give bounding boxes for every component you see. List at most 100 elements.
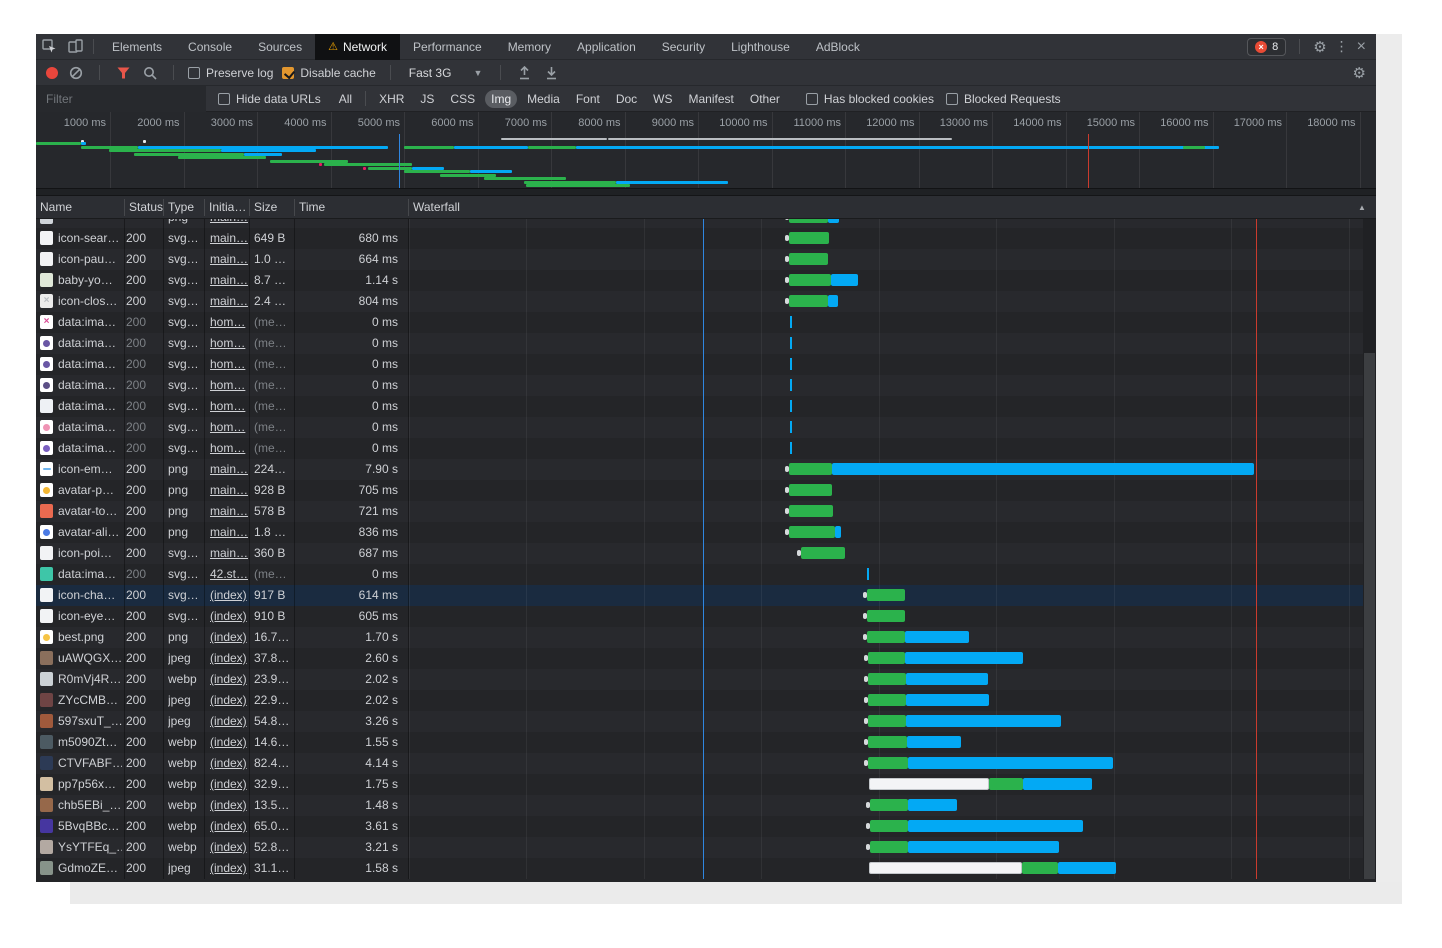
cell-initiator-link[interactable]: (index) (210, 648, 252, 669)
cell-initiator-link[interactable]: main… (210, 228, 252, 249)
table-row[interactable]: pp7p56x…200webp(index)32.9…1.75 s (36, 774, 1376, 795)
filter-type-other[interactable]: Other (744, 90, 786, 108)
table-row[interactable]: ×data:ima…200svg…hom…(me…0 ms (36, 312, 1376, 333)
tab-performance[interactable]: Performance (400, 34, 495, 60)
search-icon[interactable] (141, 64, 159, 82)
cell-initiator-link[interactable]: (index) (210, 795, 252, 816)
cell-initiator-link[interactable]: hom… (210, 375, 252, 396)
filter-type-font[interactable]: Font (570, 90, 606, 108)
filter-type-js[interactable]: JS (414, 90, 440, 108)
network-conditions-gear-icon[interactable]: ⚙ (1353, 64, 1366, 82)
filter-type-xhr[interactable]: XHR (373, 90, 410, 108)
clear-icon[interactable] (67, 64, 85, 82)
column-header-waterfall[interactable]: Waterfall (413, 196, 460, 219)
inspect-element-icon[interactable] (36, 34, 62, 60)
cell-initiator-link[interactable]: (index) (210, 585, 252, 606)
tab-network[interactable]: ⚠Network (315, 34, 400, 60)
record-button[interactable] (46, 67, 58, 79)
tab-sources[interactable]: Sources (245, 34, 315, 60)
table-row[interactable]: data:ima…200svg…hom…(me…0 ms (36, 396, 1376, 417)
table-row[interactable]: ZYcCMB…200jpeg(index)22.9…2.02 s (36, 690, 1376, 711)
close-icon[interactable]: × (1357, 38, 1366, 56)
cell-initiator-link[interactable]: (index) (210, 606, 252, 627)
cell-initiator-link[interactable]: main… (210, 270, 252, 291)
cell-initiator-link[interactable]: hom… (210, 417, 252, 438)
table-row[interactable]: data:ima…200svg…hom…(me…0 ms (36, 438, 1376, 459)
column-header-status[interactable]: Status (129, 196, 163, 219)
table-row[interactable]: avatar-to…200pngmain…578 B721 ms (36, 501, 1376, 522)
network-overview-timeline[interactable]: 1000 ms2000 ms3000 ms4000 ms5000 ms6000 … (36, 112, 1376, 196)
column-header-initia[interactable]: Initia… (209, 196, 246, 219)
error-badge[interactable]: × 8 (1247, 38, 1286, 56)
column-header-name[interactable]: Name (40, 196, 72, 219)
table-row[interactable]: icon-em…200pngmain…224…7.90 s (36, 459, 1376, 480)
filter-type-all[interactable]: All (333, 90, 358, 108)
cell-initiator-link[interactable]: main… (210, 501, 252, 522)
table-row[interactable]: icon-cha…200svg…(index)917 B614 ms (36, 585, 1376, 606)
table-row[interactable]: R0mVj4R…200webp(index)23.9…2.02 s (36, 669, 1376, 690)
column-header-type[interactable]: Type (168, 196, 194, 219)
cell-initiator-link[interactable]: main… (210, 459, 252, 480)
cell-initiator-link[interactable]: (index) (210, 858, 252, 879)
cell-initiator-link[interactable]: hom… (210, 333, 252, 354)
device-toolbar-icon[interactable] (62, 34, 88, 60)
table-row[interactable]: data:ima…200svg…hom…(me…0 ms (36, 375, 1376, 396)
table-row[interactable]: icon-poi…200svg…main…360 B687 ms (36, 543, 1376, 564)
cell-initiator-link[interactable]: main… (210, 291, 252, 312)
filter-funnel-icon[interactable] (114, 64, 132, 82)
table-row-partial[interactable]: pngmain… (36, 219, 1376, 228)
table-row[interactable]: 5BvqBBc…200webp(index)65.0…3.61 s (36, 816, 1376, 837)
tab-memory[interactable]: Memory (495, 34, 564, 60)
table-row[interactable]: icon-sear…200svg…main…649 B680 ms (36, 228, 1376, 249)
table-row[interactable]: baby-yo…200svg…main…8.7 …1.14 s (36, 270, 1376, 291)
cell-initiator-link[interactable]: hom… (210, 396, 252, 417)
table-row[interactable]: avatar-p…200pngmain…928 B705 ms (36, 480, 1376, 501)
cell-initiator-link[interactable]: main… (210, 522, 252, 543)
cell-initiator-link[interactable]: (index) (210, 732, 252, 753)
tab-security[interactable]: Security (649, 34, 718, 60)
table-row[interactable]: chb5EBi_…200webp(index)13.5…1.48 s (36, 795, 1376, 816)
table-row[interactable]: icon-pau…200svg…main…1.0 …664 ms (36, 249, 1376, 270)
table-row[interactable]: icon-eye…200svg…(index)910 B605 ms (36, 606, 1376, 627)
cell-initiator-link[interactable]: hom… (210, 438, 252, 459)
cell-initiator-link[interactable]: (index) (210, 627, 252, 648)
table-row[interactable]: data:ima…200svg…hom…(me…0 ms (36, 354, 1376, 375)
tab-application[interactable]: Application (564, 34, 649, 60)
cell-initiator-link[interactable]: main… (210, 543, 252, 564)
cell-initiator-link[interactable]: (index) (210, 816, 252, 837)
cell-initiator-link[interactable]: (index) (210, 690, 252, 711)
table-row[interactable]: uAWQGX…200jpeg(index)37.8…2.60 s (36, 648, 1376, 669)
column-header-size[interactable]: Size (254, 196, 277, 219)
settings-gear-icon[interactable]: ⚙ (1313, 38, 1326, 56)
cell-initiator-link[interactable]: hom… (210, 312, 252, 333)
cell-initiator-link[interactable]: 42.st… (210, 564, 252, 585)
tab-console[interactable]: Console (175, 34, 245, 60)
filter-input[interactable] (36, 86, 206, 112)
preserve-log-checkbox[interactable]: Preserve log (188, 66, 273, 80)
cell-initiator-link[interactable]: main… (210, 249, 252, 270)
cell-initiator-link[interactable]: main… (210, 219, 252, 228)
table-row[interactable]: CTVFABF…200webp(index)82.4…4.14 s (36, 753, 1376, 774)
blocked-requests-checkbox[interactable]: Blocked Requests (946, 92, 1061, 106)
table-row[interactable]: YsYTFEq_…200webp(index)52.8…3.21 s (36, 837, 1376, 858)
tab-lighthouse[interactable]: Lighthouse (718, 34, 803, 60)
table-row[interactable]: ×icon-clos…200svg…main…2.4 …804 ms (36, 291, 1376, 312)
import-har-icon[interactable] (515, 64, 533, 82)
filter-type-manifest[interactable]: Manifest (683, 90, 740, 108)
has-blocked-cookies-checkbox[interactable]: Has blocked cookies (806, 92, 934, 106)
table-row[interactable]: avatar-ali…200pngmain…1.8 …836 ms (36, 522, 1376, 543)
table-row[interactable]: m5090Zt…200webp(index)14.6…1.55 s (36, 732, 1376, 753)
cell-initiator-link[interactable]: (index) (210, 711, 252, 732)
cell-initiator-link[interactable]: hom… (210, 354, 252, 375)
table-row[interactable]: best.png200png(index)16.7…1.70 s (36, 627, 1376, 648)
cell-initiator-link[interactable]: main… (210, 480, 252, 501)
table-row[interactable]: data:ima…200svg…42.st…(me…0 ms (36, 564, 1376, 585)
filter-type-img[interactable]: Img (485, 90, 517, 108)
filter-type-doc[interactable]: Doc (610, 90, 643, 108)
hide-data-urls-checkbox[interactable]: Hide data URLs (218, 92, 321, 106)
table-row[interactable]: 597sxuT_…200jpeg(index)54.8…3.26 s (36, 711, 1376, 732)
table-row[interactable]: data:ima…200svg…hom…(me…0 ms (36, 333, 1376, 354)
disable-cache-checkbox[interactable]: Disable cache (282, 66, 375, 80)
filter-type-css[interactable]: CSS (444, 90, 481, 108)
table-row[interactable]: GdmoZE…200jpeg(index)31.1…1.58 s (36, 858, 1376, 879)
